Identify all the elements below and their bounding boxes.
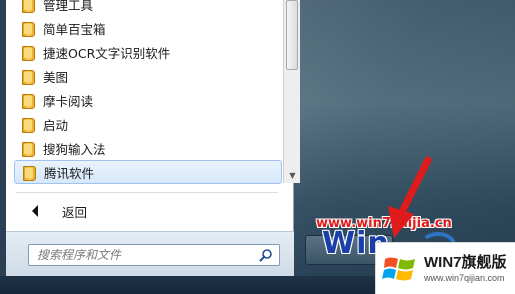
program-item-tencent-software[interactable]: 腾讯软件 xyxy=(14,160,282,184)
program-list-scrollbar[interactable]: ▼ xyxy=(283,0,300,183)
red-arrow-icon xyxy=(388,156,432,238)
windows-flag-icon xyxy=(382,257,415,281)
program-item-ocr-software[interactable]: 捷速OCR文字识别软件 xyxy=(14,40,282,64)
program-item-label: 腾讯软件 xyxy=(44,165,95,181)
search-input[interactable] xyxy=(37,248,247,262)
program-item-moka-reader[interactable]: 摩卡阅读 xyxy=(14,88,282,112)
scroll-down-arrow-icon[interactable]: ▼ xyxy=(284,167,301,183)
folder-icon xyxy=(22,21,35,37)
program-item-label: 管理工具 xyxy=(43,0,94,13)
program-item-simple-toolbox[interactable]: 简单百宝箱 xyxy=(14,16,282,40)
folder-icon xyxy=(22,69,35,85)
folder-icon xyxy=(22,141,35,157)
program-item-label: 简单百宝箱 xyxy=(43,21,106,37)
program-list: 管理工具 简单百宝箱 捷速OCR文字识别软件 美图 摩卡阅读 启动 搜狗输入法 xyxy=(14,0,282,184)
menu-divider xyxy=(16,192,278,193)
program-item-label: 启动 xyxy=(43,117,69,133)
folder-icon xyxy=(22,0,35,13)
back-label: 返回 xyxy=(62,204,88,220)
logo-title: WIN7旗舰版 xyxy=(424,254,507,271)
folder-icon xyxy=(22,93,35,109)
program-item-sogou-input[interactable]: 搜狗输入法 xyxy=(14,136,282,160)
win7-logo-badge: WIN7旗舰版 www.win7qijian.com xyxy=(375,242,515,294)
folder-icon xyxy=(22,117,35,133)
program-item-startup[interactable]: 启动 xyxy=(14,112,282,136)
back-button[interactable]: 返回 xyxy=(20,198,280,224)
search-box[interactable] xyxy=(28,244,280,266)
program-item-admin-tools[interactable]: 管理工具 xyxy=(14,0,282,16)
program-item-meitu[interactable]: 美图 xyxy=(14,64,282,88)
search-icon[interactable] xyxy=(259,248,273,262)
logo-subtitle: www.win7qijian.com xyxy=(424,273,505,283)
program-item-label: 美图 xyxy=(43,69,69,85)
search-area xyxy=(6,231,294,276)
folder-icon xyxy=(22,45,35,61)
folder-icon xyxy=(23,165,36,181)
back-arrow-icon xyxy=(32,205,38,217)
program-item-label: 捷速OCR文字识别软件 xyxy=(43,45,171,61)
program-item-label: 摩卡阅读 xyxy=(43,93,94,109)
program-item-label: 搜狗输入法 xyxy=(43,141,106,157)
scrollbar-thumb[interactable] xyxy=(286,0,298,70)
